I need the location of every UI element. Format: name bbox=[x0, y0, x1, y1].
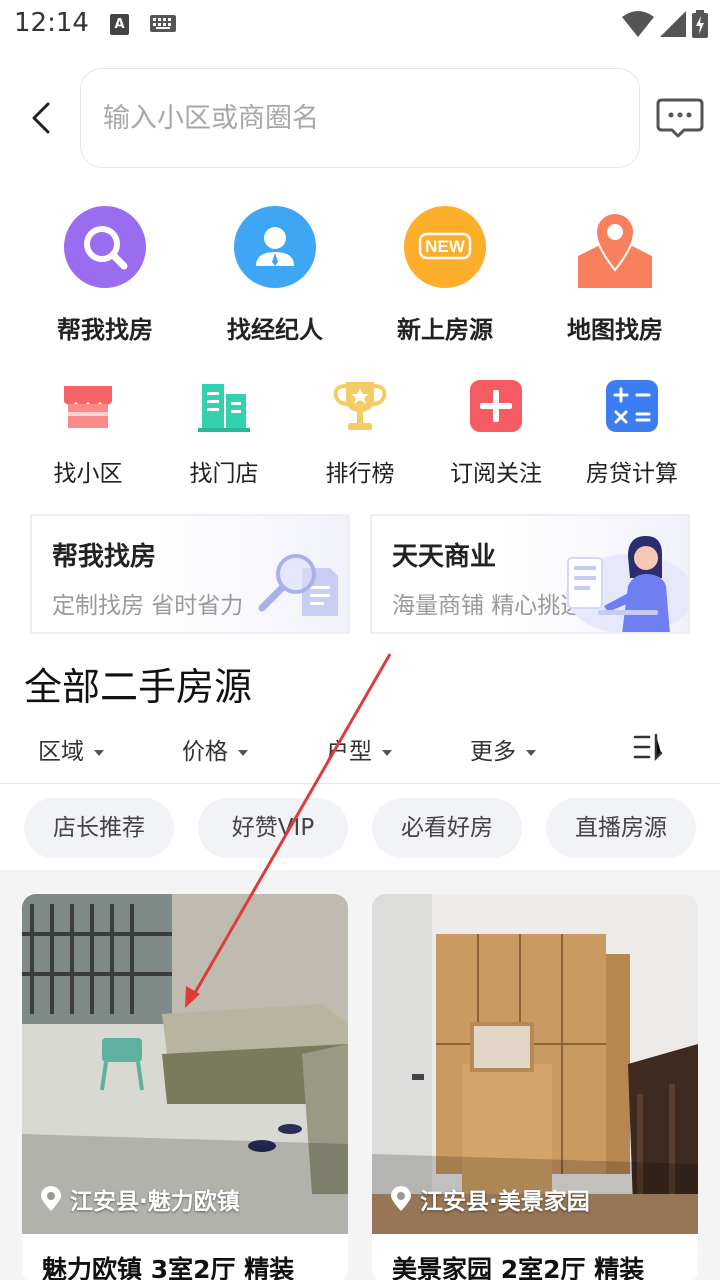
shortcut-label: 新上房源 bbox=[397, 316, 493, 344]
filter-label: 价格 bbox=[182, 739, 228, 765]
shortcut-find-agent[interactable]: 找经纪人 bbox=[190, 206, 360, 345]
promo-title: 帮我找房 bbox=[52, 542, 157, 572]
shortcut-new-listings[interactable]: NEW 新上房源 bbox=[360, 206, 530, 345]
primary-shortcuts: 帮我找房 找经纪人 NEW 新上房源 地图找房 bbox=[0, 206, 720, 346]
caret-down-icon bbox=[526, 749, 536, 756]
filter-layout[interactable]: 户型 bbox=[326, 732, 392, 766]
shortcut-find-store[interactable]: 找门店 bbox=[156, 378, 292, 488]
map-pin-icon bbox=[574, 206, 656, 288]
promo-subtitle: 海量商铺 精心挑选 bbox=[392, 593, 584, 619]
filter-area[interactable]: 区域 bbox=[38, 732, 104, 766]
filter-more[interactable]: 更多 bbox=[470, 732, 536, 766]
quick-tags: 店长推荐 好赞VIP 必看好房 直播房源 bbox=[0, 786, 720, 870]
search-icon bbox=[64, 206, 146, 288]
shortcut-label: 找门店 bbox=[189, 461, 259, 487]
caret-down-icon bbox=[382, 749, 392, 756]
search-input[interactable] bbox=[81, 69, 639, 167]
shortcut-label: 排行榜 bbox=[325, 461, 395, 487]
illustration-woman-icon bbox=[566, 536, 688, 632]
shortcut-ranking[interactable]: 排行榜 bbox=[292, 378, 428, 488]
new-badge-text: NEW bbox=[425, 237, 466, 256]
plus-icon bbox=[468, 378, 524, 434]
shortcut-help-find-home[interactable]: 帮我找房 bbox=[20, 206, 190, 345]
listing-location: 江安县·美景家园 bbox=[390, 1182, 590, 1216]
building-icon bbox=[196, 378, 252, 434]
listing-card[interactable]: 江安县·魅力欧镇 魅力欧镇 3室2厅 精装 bbox=[22, 894, 348, 1280]
page-title: 全部二手房源 bbox=[24, 665, 253, 709]
promo-card-daily-business[interactable]: 天天商业 海量商铺 精心挑选 bbox=[370, 514, 690, 634]
message-icon[interactable] bbox=[656, 96, 704, 140]
location-text: 江安县·美景家园 bbox=[420, 1189, 590, 1215]
listing-location: 江安县·魅力欧镇 bbox=[40, 1182, 240, 1216]
listing-photo: 江安县·魅力欧镇 bbox=[22, 894, 348, 1234]
listing-grid: 江安县·魅力欧镇 魅力欧镇 3室2厅 精装 江安县·美景家园 美景家园 2室2厅… bbox=[0, 870, 720, 1280]
shortcut-map-search[interactable]: 地图找房 bbox=[530, 206, 700, 345]
signal-icon bbox=[660, 11, 686, 37]
listing-photo: 江安县·美景家园 bbox=[372, 894, 698, 1234]
location-pin-icon bbox=[391, 1186, 411, 1211]
shortcut-find-community[interactable]: 找小区 bbox=[20, 378, 156, 488]
filter-bar: 区域 价格 户型 更多 bbox=[0, 718, 720, 784]
location-pin-icon bbox=[41, 1186, 61, 1211]
tag-live-listings[interactable]: 直播房源 bbox=[546, 798, 696, 858]
tag-vip[interactable]: 好赞VIP bbox=[198, 798, 348, 858]
shortcut-label: 找小区 bbox=[53, 461, 123, 487]
promo-subtitle: 定制找房 省时省力 bbox=[52, 593, 244, 619]
shortcut-mortgage-calculator[interactable]: 房贷计算 bbox=[564, 378, 700, 488]
filter-label: 户型 bbox=[326, 739, 372, 765]
search-box[interactable] bbox=[80, 68, 640, 168]
filter-label: 区域 bbox=[38, 739, 84, 765]
back-arrow-icon[interactable] bbox=[22, 98, 62, 138]
listing-title: 美景家园 2室2厅 精装 bbox=[392, 1255, 645, 1280]
agent-icon bbox=[234, 206, 316, 288]
location-text: 江安县·魅力欧镇 bbox=[70, 1189, 240, 1215]
caret-down-icon bbox=[238, 749, 248, 756]
keyboard-icon bbox=[150, 15, 176, 32]
shortcut-label: 房贷计算 bbox=[586, 461, 678, 487]
tag-manager-recommend[interactable]: 店长推荐 bbox=[24, 798, 174, 858]
tag-must-see[interactable]: 必看好房 bbox=[372, 798, 522, 858]
promo-title: 天天商业 bbox=[392, 542, 497, 572]
filter-label: 更多 bbox=[470, 739, 516, 765]
filter-price[interactable]: 价格 bbox=[182, 732, 248, 766]
shortcut-label: 地图找房 bbox=[567, 316, 663, 344]
shortcut-label: 帮我找房 bbox=[57, 316, 153, 344]
shortcut-subscribe[interactable]: 订阅关注 bbox=[428, 378, 564, 488]
new-badge-icon: NEW bbox=[404, 206, 486, 288]
sort-icon[interactable] bbox=[632, 732, 664, 762]
wifi-icon bbox=[622, 11, 654, 37]
calculator-icon bbox=[604, 378, 660, 434]
store-icon bbox=[60, 378, 116, 434]
shortcut-label: 订阅关注 bbox=[450, 461, 542, 487]
secondary-shortcuts: 找小区 找门店 排行榜 订阅关注 房贷计算 bbox=[0, 378, 720, 488]
battery-icon bbox=[692, 10, 708, 38]
accessibility-notification-icon: A bbox=[110, 14, 129, 35]
listing-card[interactable]: 江安县·美景家园 美景家园 2室2厅 精装 bbox=[372, 894, 698, 1280]
trophy-icon bbox=[332, 378, 388, 434]
status-bar: 12:14 A bbox=[0, 0, 720, 48]
listing-title: 魅力欧镇 3室2厅 精装 bbox=[42, 1255, 295, 1280]
promo-card-help-find-home[interactable]: 帮我找房 定制找房 省时省力 bbox=[30, 514, 350, 634]
caret-down-icon bbox=[94, 749, 104, 756]
magnifier-document-icon bbox=[258, 554, 338, 616]
status-time: 12:14 bbox=[14, 8, 89, 38]
shortcut-label: 找经纪人 bbox=[227, 316, 323, 344]
